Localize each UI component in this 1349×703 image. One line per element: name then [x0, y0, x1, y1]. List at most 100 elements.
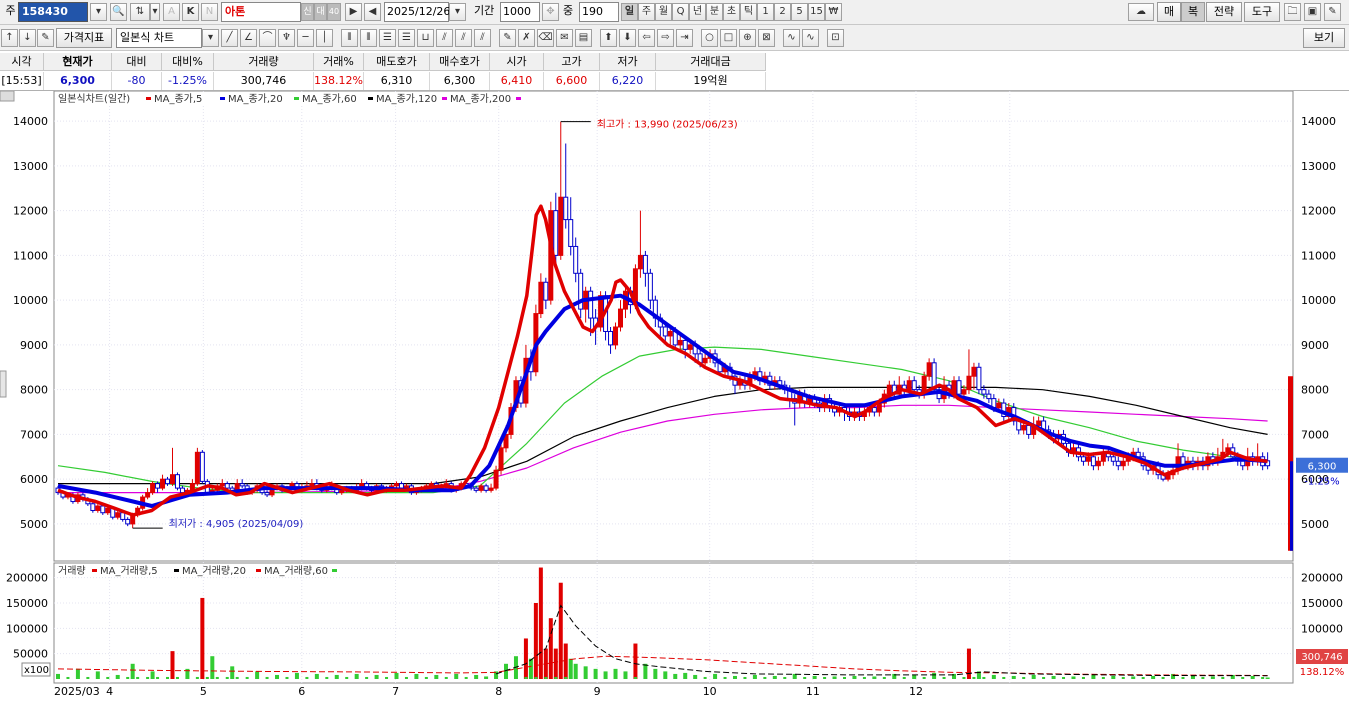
- volume-bar-minor: [693, 676, 697, 679]
- zoom-icon[interactable]: ⊕: [739, 29, 756, 47]
- date-dropdown-icon[interactable]: ▾: [449, 3, 466, 21]
- timeframe-button[interactable]: 년: [689, 3, 706, 21]
- crosshair-icon[interactable]: ⊠: [758, 29, 775, 47]
- price-tick-right: 5000: [1301, 518, 1329, 531]
- shift-up-icon[interactable]: ⬆: [600, 29, 617, 47]
- erase-icon[interactable]: ✗: [518, 29, 535, 47]
- candle-body: [956, 380, 962, 395]
- volume-bar-minor: [663, 676, 667, 679]
- view-input[interactable]: 190: [579, 2, 619, 22]
- wrench-icon[interactable]: ✎: [1324, 3, 1341, 21]
- vline-icon[interactable]: │: [316, 29, 333, 47]
- trendline-icon[interactable]: ╱: [221, 29, 238, 47]
- arrow-up-icon[interactable]: ↑: [1, 29, 18, 47]
- shift-left-icon[interactable]: ⇦: [638, 29, 655, 47]
- channel3-icon[interactable]: ⫽: [474, 29, 491, 47]
- fib2-icon[interactable]: ☰: [398, 29, 415, 47]
- screenshot-icon[interactable]: ⊡: [827, 29, 844, 47]
- rect-icon[interactable]: □: [720, 29, 737, 47]
- stock-code-input[interactable]: 158430: [18, 2, 88, 22]
- view-button[interactable]: 보기: [1303, 28, 1345, 48]
- timeframe-button[interactable]: 1: [757, 3, 774, 21]
- crosshair-icon[interactable]: ✥: [542, 3, 559, 21]
- save-icon[interactable]: ▣: [1304, 3, 1321, 21]
- timeframe-button[interactable]: 분: [706, 3, 723, 21]
- grid-icon[interactable]: ⦀: [341, 29, 358, 47]
- wave-icon[interactable]: ∿: [783, 29, 800, 47]
- timeframe-button[interactable]: 2: [774, 3, 791, 21]
- candle-body: [478, 485, 484, 491]
- volume-bar-minor: [604, 676, 608, 679]
- wave2-icon[interactable]: ∿: [802, 29, 819, 47]
- x-tick-label: 4: [106, 685, 113, 698]
- tools-button[interactable]: 도구: [1244, 2, 1280, 22]
- strategy-button[interactable]: 전략: [1206, 2, 1242, 22]
- volume-bar-minor: [245, 676, 249, 679]
- volume-bar-minor: [773, 676, 777, 679]
- ma-legend-label: MA_종가,200: [450, 93, 511, 105]
- fib-icon[interactable]: ☰: [379, 29, 396, 47]
- quote-header: 거래량: [214, 53, 314, 71]
- timeframe-button[interactable]: Q: [672, 3, 689, 21]
- timeframe-button[interactable]: 초: [723, 3, 740, 21]
- shift-down-icon[interactable]: ⬇: [619, 29, 636, 47]
- timeframe-button[interactable]: 주: [638, 3, 655, 21]
- angle-icon[interactable]: ∠: [240, 29, 257, 47]
- timeframe-button[interactable]: 일: [621, 3, 638, 21]
- timeframe-button[interactable]: ₩: [825, 3, 842, 21]
- buy-button[interactable]: 복: [1181, 2, 1205, 22]
- text-icon[interactable]: ✉: [556, 29, 573, 47]
- volume-bar-minor: [285, 676, 289, 679]
- sort-dropdown-icon[interactable]: ▾: [150, 3, 160, 21]
- candle-body: [667, 330, 673, 337]
- channel2-icon[interactable]: ⫽: [455, 29, 472, 47]
- arrow-down-icon[interactable]: ↓: [19, 29, 36, 47]
- hline-icon[interactable]: ─: [297, 29, 314, 47]
- current-price-label: 6,300: [1308, 462, 1337, 473]
- a-button[interactable]: A: [163, 3, 180, 21]
- k-button[interactable]: K: [182, 3, 199, 21]
- price-chart[interactable]: 14000 14000 13000 13000 12000 12000 11000 11000…: [0, 91, 1349, 703]
- volume-bar-minor: [1261, 676, 1265, 679]
- edit-icon[interactable]: ✎: [37, 29, 54, 47]
- chart-type-dropdown-icon[interactable]: ▾: [202, 29, 219, 47]
- volume-bar-minor: [225, 676, 229, 679]
- cloud-icon[interactable]: ☁: [1128, 3, 1154, 21]
- sell-button[interactable]: 매: [1157, 2, 1181, 22]
- pencil-icon[interactable]: ✎: [499, 29, 516, 47]
- timeframe-button[interactable]: 틱: [740, 3, 757, 21]
- play-icon[interactable]: ▶: [345, 3, 362, 21]
- folder-icon[interactable]: 🗀: [1284, 3, 1301, 21]
- volume-bar-minor: [484, 676, 488, 679]
- volume-bar-minor: [185, 676, 189, 679]
- code-dropdown-icon[interactable]: ▾: [90, 3, 107, 21]
- candle-body: [199, 451, 205, 482]
- fork-icon[interactable]: ♆: [278, 29, 295, 47]
- period-input[interactable]: 1000: [500, 2, 540, 22]
- search-icon[interactable]: 🔍: [110, 3, 127, 21]
- delete-icon[interactable]: ⌫: [537, 29, 554, 47]
- arc-icon[interactable]: ⌒: [259, 29, 276, 47]
- cycle-icon[interactable]: ⊔: [417, 29, 434, 47]
- channel-icon[interactable]: ⫽: [436, 29, 453, 47]
- timeframe-button[interactable]: 5: [791, 3, 808, 21]
- grid2-icon[interactable]: ⦀: [360, 29, 377, 47]
- volume-bar-minor: [534, 676, 538, 679]
- layout-icon[interactable]: ▤: [575, 29, 592, 47]
- volume-bar: [548, 618, 553, 679]
- chart-type-select[interactable]: 일본식 차트: [116, 28, 202, 48]
- end-icon[interactable]: ⇥: [676, 29, 693, 47]
- stock-name-field[interactable]: 아톤: [221, 2, 301, 22]
- volume-bar-minor: [1042, 676, 1046, 679]
- candle-body: [677, 339, 683, 346]
- shift-right-icon[interactable]: ⇨: [657, 29, 674, 47]
- n-button[interactable]: N: [201, 3, 218, 21]
- prev-icon[interactable]: ◀: [364, 3, 381, 21]
- sort-icon[interactable]: ⇅: [130, 3, 150, 21]
- price-indicator-button[interactable]: 가격지표: [56, 28, 112, 48]
- circle-icon[interactable]: ○: [701, 29, 718, 47]
- candle-body: [125, 518, 131, 525]
- date-field[interactable]: 2025/12/26: [384, 2, 450, 22]
- timeframe-button[interactable]: 15: [808, 3, 825, 21]
- timeframe-button[interactable]: 월: [655, 3, 672, 21]
